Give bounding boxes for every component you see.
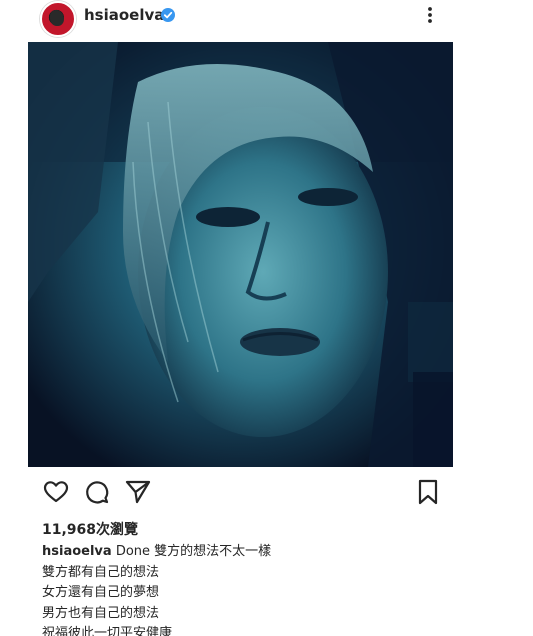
post-header: hsiaoelva bbox=[28, 0, 453, 40]
caption-line: 祝福彼此一切平安健康 bbox=[42, 626, 173, 636]
view-count[interactable]: 11,968次瀏覽 bbox=[42, 519, 138, 539]
caption-line: 男方也有自己的想法 bbox=[42, 605, 160, 621]
more-options-button[interactable] bbox=[418, 3, 442, 27]
avatar[interactable] bbox=[40, 1, 76, 37]
avatar-photo bbox=[50, 10, 64, 26]
verified-badge-icon bbox=[161, 8, 175, 22]
username-link[interactable]: hsiaoelva bbox=[84, 6, 164, 24]
caption-first-line: hsiaoelva Done 雙方的想法不太一樣 bbox=[42, 542, 482, 563]
more-vertical-icon bbox=[428, 7, 432, 23]
bookmark-icon[interactable] bbox=[414, 478, 442, 506]
caption-text: Done 雙方的想法不太一樣 bbox=[115, 544, 272, 559]
comment-icon[interactable] bbox=[83, 478, 111, 506]
post-caption: hsiaoelva Done 雙方的想法不太一樣 雙方都有自己的想法 女方還有自… bbox=[42, 542, 482, 636]
post-actions bbox=[28, 476, 453, 508]
portrait-image bbox=[28, 42, 453, 467]
heart-icon[interactable] bbox=[42, 478, 70, 506]
instagram-post: hsiaoelva 11,968次瀏覽 hsiaoelva Done 雙方的想法… bbox=[0, 0, 533, 636]
caption-line: 雙方都有自己的想法 bbox=[42, 564, 160, 580]
caption-line: 女方還有自己的夢想 bbox=[42, 585, 160, 600]
caption-username[interactable]: hsiaoelva bbox=[42, 544, 112, 559]
post-photo[interactable] bbox=[28, 42, 453, 467]
send-icon[interactable] bbox=[124, 478, 152, 506]
